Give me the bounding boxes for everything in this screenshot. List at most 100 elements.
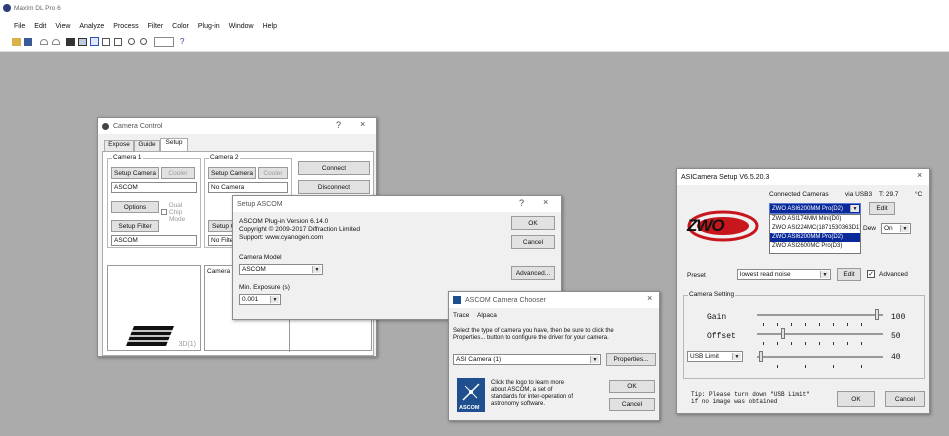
chooser-menu-alpaca[interactable]: Alpaca	[477, 312, 497, 319]
setup-filter-button[interactable]: Setup Filter	[111, 220, 159, 232]
gain-tick	[805, 323, 806, 326]
chooser-close[interactable]: ×	[647, 293, 652, 303]
filter1-field[interactable]: ASCOM	[111, 235, 197, 246]
asi-titlebar: ASICamera Setup V6.5.20.3	[677, 169, 929, 185]
gain-tick	[861, 323, 862, 326]
options-button[interactable]: Options	[111, 201, 159, 213]
preset-select[interactable]: lowest read noise ▼	[737, 269, 831, 280]
connect-button[interactable]: Connect	[298, 161, 370, 175]
setup-ascom-help[interactable]: ?	[519, 198, 524, 208]
camera-edit-button[interactable]: Edit	[869, 202, 895, 215]
asi-close[interactable]: ×	[917, 170, 922, 180]
undo-icon[interactable]	[40, 39, 48, 45]
menu-bar: File Edit View Analyze Process Filter Co…	[0, 18, 949, 34]
chooser-info-4: astronomy software.	[491, 401, 546, 407]
cooler2-button[interactable]: Cooler	[258, 167, 288, 179]
tab-setup[interactable]: Setup	[160, 138, 188, 151]
asi-cancel-button[interactable]: Cancel	[885, 391, 925, 407]
dew-value: On	[884, 225, 893, 232]
menu-view[interactable]: View	[55, 23, 70, 30]
telescope-icon[interactable]	[90, 37, 99, 46]
dual-chip-checkbox[interactable]	[161, 209, 167, 215]
offset-value: 50	[891, 332, 901, 341]
zwo-logo-text: ZWO	[687, 216, 725, 235]
gain-tick	[847, 323, 848, 326]
camera-option-selected[interactable]: ZWO ASI6200MM Pro(D2)	[770, 233, 860, 242]
camera-option[interactable]: ZWO ASI224MC(1871530363D1)	[770, 224, 860, 233]
usb-thumb[interactable]	[759, 351, 763, 362]
chooser-title: ASCOM Camera Chooser	[465, 296, 546, 304]
chevron-down-icon: ▼	[590, 356, 599, 363]
menu-analyze[interactable]: Analyze	[79, 23, 104, 30]
ascom-cancel-button[interactable]: Cancel	[511, 235, 555, 249]
info-icon[interactable]	[114, 38, 122, 46]
app-title: MaxIm DL Pro 6	[14, 5, 61, 12]
ascom-advanced-button[interactable]: Advanced...	[511, 266, 555, 280]
disconnect-button[interactable]: Disconnect	[298, 180, 370, 194]
zoom-in-icon[interactable]	[128, 38, 135, 45]
camera-option[interactable]: ZWO ASI174MM Mini(D0)	[770, 215, 860, 224]
chooser-menu-trace[interactable]: Trace	[453, 312, 469, 319]
gain-value: 100	[891, 313, 906, 322]
menu-process[interactable]: Process	[113, 23, 138, 30]
via-usb-label: via USB3	[845, 191, 873, 198]
focus-icon[interactable]	[102, 38, 110, 46]
camera-model-label: Camera Model	[239, 254, 282, 261]
redo-icon[interactable]	[52, 39, 60, 45]
offset-slider[interactable]	[757, 328, 883, 345]
camera1-field[interactable]: ASCOM	[111, 182, 197, 193]
menu-help[interactable]: Help	[263, 23, 277, 30]
camera-model-select[interactable]: ASCOM ▼	[239, 264, 323, 275]
menu-window[interactable]: Window	[229, 23, 254, 30]
ascom-ok-button[interactable]: OK	[511, 216, 555, 230]
gain-thumb[interactable]	[875, 309, 879, 320]
menu-file[interactable]: File	[14, 23, 25, 30]
advanced-checkbox[interactable]: ✓	[867, 270, 875, 278]
open-icon[interactable]	[12, 38, 21, 46]
gain-slider[interactable]	[757, 309, 883, 326]
min-exposure-select[interactable]: 0.001 ▼	[239, 294, 281, 305]
properties-button[interactable]: Properties...	[606, 353, 656, 366]
asi-ok-button[interactable]: OK	[837, 391, 875, 407]
tab-guide[interactable]: Guide	[134, 140, 160, 151]
menu-edit[interactable]: Edit	[34, 23, 46, 30]
chooser-titlebar: ASCOM Camera Chooser	[449, 292, 659, 308]
cooler1-button[interactable]: Cooler	[161, 167, 195, 179]
setup-camera2b-button[interactable]: Setup Camera	[208, 220, 234, 232]
ascom-logo[interactable]: ASCOM	[457, 378, 485, 412]
gain-tick	[791, 323, 792, 326]
chevron-down-icon: ▼	[732, 353, 741, 360]
preset-edit-button[interactable]: Edit	[837, 268, 861, 281]
setup-ascom-close[interactable]: ×	[543, 197, 548, 207]
ascom-logo-text: ASCOM	[459, 405, 480, 411]
chooser-cancel-button[interactable]: Cancel	[609, 398, 655, 411]
camera-control-close[interactable]: ×	[360, 119, 365, 129]
tab-expose[interactable]: Expose	[104, 140, 134, 151]
usb-slider[interactable]	[757, 351, 883, 368]
camera-control-titlebar: Camera Control	[98, 118, 376, 134]
zoom-out-icon[interactable]	[140, 38, 147, 45]
save-icon[interactable]	[24, 38, 32, 46]
camera-control-title: Camera Control	[113, 122, 163, 130]
screen-icon[interactable]	[78, 38, 87, 46]
menu-filter[interactable]: Filter	[148, 23, 164, 30]
gain-tick	[763, 323, 764, 326]
menu-color[interactable]: Color	[172, 23, 189, 30]
dew-select[interactable]: On ▼	[881, 223, 911, 234]
camera-option[interactable]: ZWO ASI2600MC Pro(D3)	[770, 242, 860, 251]
camera-select[interactable]: ZWO ASI6200MM Pro(D2) ▼	[769, 203, 861, 214]
chooser-ok-button[interactable]: OK	[609, 380, 655, 393]
camera-control-help[interactable]: ?	[336, 120, 341, 130]
context-help-icon[interactable]: ?	[180, 38, 188, 46]
menu-plugin[interactable]: Plug-in	[198, 23, 220, 30]
offset-thumb[interactable]	[781, 328, 785, 339]
camera2-field[interactable]: No Camera	[208, 182, 288, 193]
usb-limit-select[interactable]: USB Limit ▼	[687, 351, 743, 362]
offset-tick	[805, 342, 806, 345]
camera-icon[interactable]	[66, 38, 75, 46]
setup-camera1-button[interactable]: Setup Camera	[111, 167, 159, 179]
chooser-driver-select[interactable]: ASI Camera (1) ▼	[453, 354, 601, 365]
filter2-field[interactable]: No Filter	[208, 235, 234, 246]
setup-camera2-button[interactable]: Setup Camera	[208, 167, 256, 179]
zoom-combo[interactable]	[154, 37, 174, 47]
